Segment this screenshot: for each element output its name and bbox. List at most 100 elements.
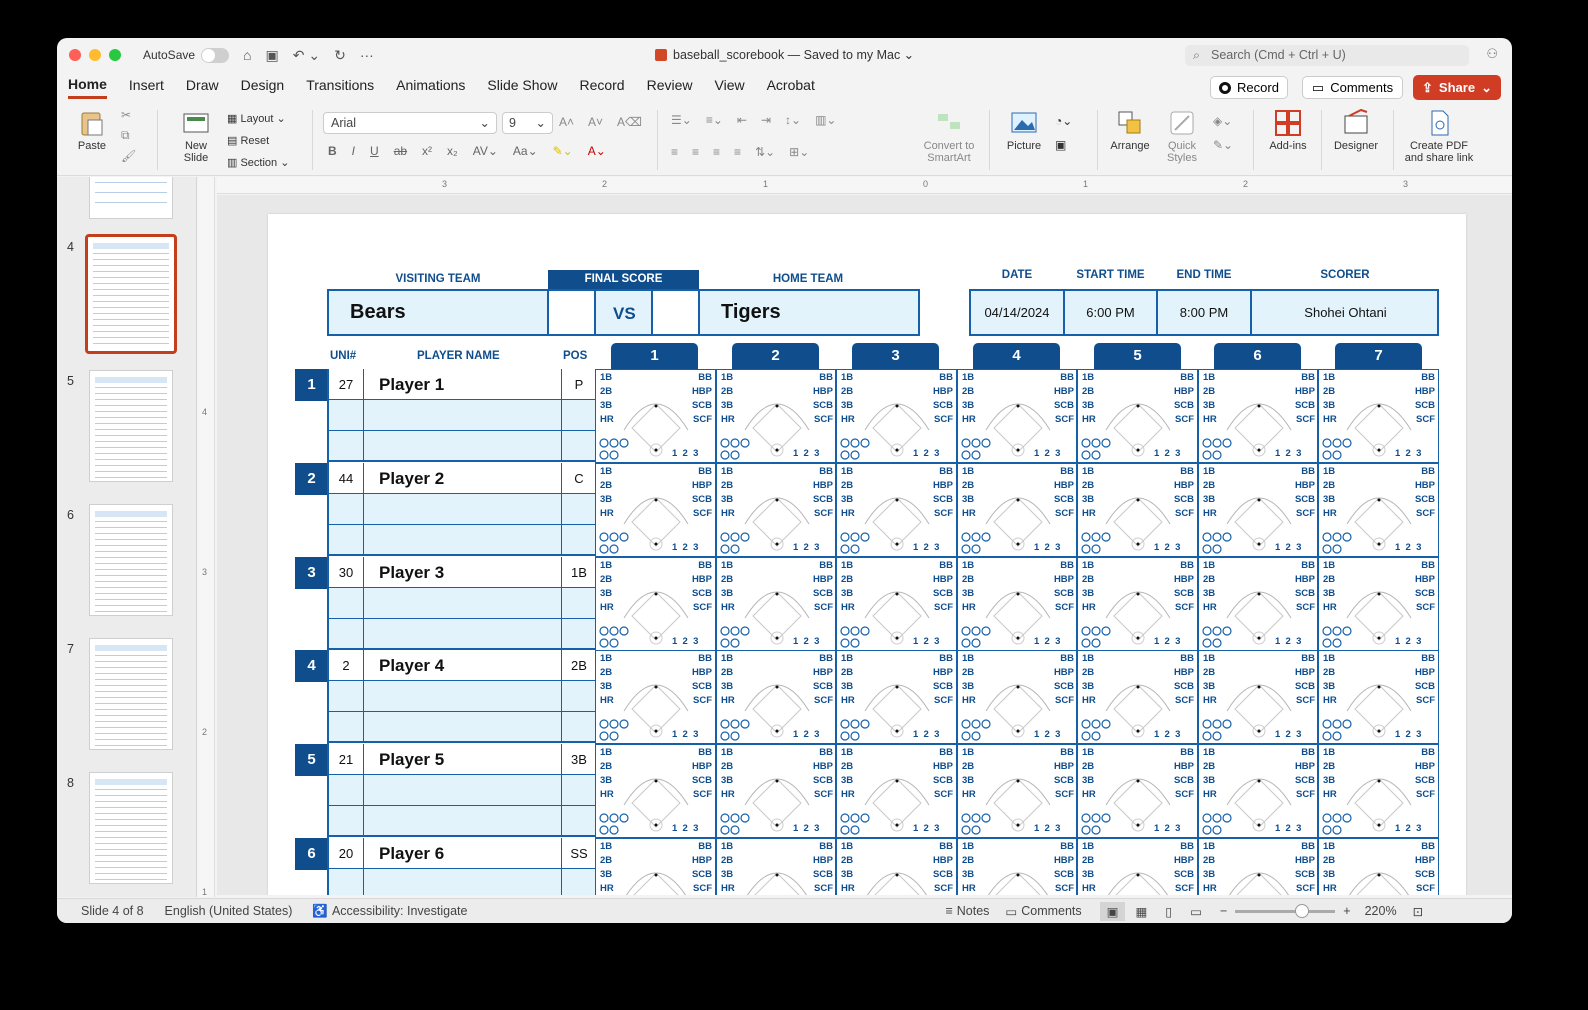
- at-bat-cell[interactable]: 1B2B3BHRBBHBPSCBSCF1 2 3: [1197, 556, 1318, 651]
- reading-view-icon[interactable]: ▯: [1165, 904, 1172, 919]
- add-ins-button[interactable]: Add-ins: [1263, 108, 1313, 152]
- align-text-icon[interactable]: ⊞⌄: [789, 145, 809, 159]
- at-bat-cell[interactable]: 1B2B3BHRBBHBPSCBSCF1 2 3: [836, 650, 957, 745]
- at-bat-cell[interactable]: 1B2B3BHRBBHBPSCBSCF1 2 3: [1318, 462, 1439, 557]
- position-field[interactable]: C: [562, 463, 596, 494]
- shrink-font-icon[interactable]: A˅: [588, 115, 603, 129]
- tab-home[interactable]: Home: [68, 76, 107, 99]
- player-name-field[interactable]: Player 2: [364, 462, 562, 494]
- visiting-team-name[interactable]: Bears: [350, 301, 406, 324]
- increase-indent-icon[interactable]: ⇥: [761, 113, 771, 127]
- align-center-icon[interactable]: ≡: [692, 145, 699, 159]
- position-field[interactable]: [562, 431, 596, 462]
- at-bat-cell[interactable]: 1B2B3BHRBBHBPSCBSCF1 2 3: [1077, 462, 1198, 557]
- collaborate-icon[interactable]: ⚇: [1486, 46, 1498, 62]
- uniform-number-field[interactable]: [329, 431, 364, 462]
- player-name-field[interactable]: [364, 524, 562, 556]
- home-score-field[interactable]: [653, 291, 698, 334]
- position-field[interactable]: 1B: [562, 557, 596, 588]
- at-bat-cell[interactable]: 1B2B3BHRBBHBPSCBSCF1 2 3: [956, 838, 1077, 895]
- player-name-field[interactable]: [364, 493, 562, 525]
- tab-draw[interactable]: Draw: [186, 77, 219, 97]
- uniform-number-field[interactable]: [329, 806, 364, 838]
- at-bat-cell[interactable]: 1B2B3BHRBBHBPSCBSCF1 2 3: [1197, 650, 1318, 745]
- convert-smartart-button[interactable]: Convert to SmartArt: [919, 108, 979, 164]
- language-status[interactable]: English (United States): [165, 904, 293, 918]
- at-bat-cell[interactable]: 1B2B3BHRBBHBPSCBSCF1 2 3: [1077, 369, 1198, 463]
- uniform-number-field[interactable]: [329, 869, 364, 895]
- at-bat-cell[interactable]: 1B2B3BHRBBHBPSCBSCF1 2 3: [956, 650, 1077, 745]
- player-name-field[interactable]: [364, 681, 562, 713]
- comments-status-button[interactable]: Comments: [1021, 904, 1081, 918]
- tab-view[interactable]: View: [715, 77, 745, 97]
- shape-fill-icon[interactable]: ◈⌄: [1213, 114, 1233, 128]
- position-field[interactable]: [562, 775, 596, 806]
- home-icon[interactable]: ⌂: [243, 47, 251, 64]
- player-name-field[interactable]: [364, 618, 562, 650]
- player-name-field[interactable]: [364, 712, 562, 744]
- at-bat-cell[interactable]: 1B2B3BHRBBHBPSCBSCF1 2 3: [715, 462, 836, 557]
- save-icon[interactable]: ▣: [266, 47, 279, 64]
- slide-thumbnail-4[interactable]: [85, 234, 177, 354]
- at-bat-cell[interactable]: 1B2B3BHRBBHBPSCBSCF1 2 3: [715, 369, 836, 463]
- at-bat-cell[interactable]: 1B2B3BHRBBHBPSCBSCF1 2 3: [1197, 838, 1318, 895]
- player-name-field[interactable]: [364, 400, 562, 431]
- textbox-icon[interactable]: ▣: [1055, 138, 1072, 152]
- redo-icon[interactable]: ↻: [334, 47, 346, 64]
- uniform-number-field[interactable]: [329, 712, 364, 744]
- at-bat-cell[interactable]: 1B2B3BHRBBHBPSCBSCF1 2 3: [956, 556, 1077, 651]
- clear-format-icon[interactable]: A⌫: [617, 115, 642, 129]
- align-left-icon[interactable]: ≡: [671, 145, 678, 159]
- scorer-value[interactable]: Shohei Ohtani: [1252, 305, 1439, 320]
- font-name-select[interactable]: Arial ⌄: [323, 112, 497, 134]
- cut-icon[interactable]: ✂: [121, 108, 136, 122]
- at-bat-cell[interactable]: 1B2B3BHRBBHBPSCBSCF1 2 3: [1318, 650, 1439, 745]
- share-button[interactable]: ⇪ Share ⌄: [1413, 75, 1501, 100]
- tab-insert[interactable]: Insert: [129, 77, 164, 97]
- player-name-field[interactable]: Player 1: [364, 369, 562, 400]
- at-bat-cell[interactable]: 1B2B3BHRBBHBPSCBSCF1 2 3: [836, 556, 957, 651]
- text-direction-icon[interactable]: ⇅⌄: [755, 145, 775, 159]
- tab-review[interactable]: Review: [647, 77, 693, 97]
- at-bat-cell[interactable]: 1B2B3BHRBBHBPSCBSCF1 2 3: [1077, 838, 1198, 895]
- strikethrough-icon[interactable]: ab: [394, 144, 407, 158]
- at-bat-cell[interactable]: 1B2B3BHRBBHBPSCBSCF1 2 3: [595, 556, 716, 651]
- align-right-icon[interactable]: ≡: [713, 145, 720, 159]
- slide-thumbnail-3[interactable]: [89, 177, 173, 219]
- at-bat-cell[interactable]: 1B2B3BHRBBHBPSCBSCF1 2 3: [1077, 650, 1198, 745]
- format-painter-icon[interactable]: 🖌: [121, 149, 136, 163]
- at-bat-cell[interactable]: 1B2B3BHRBBHBPSCBSCF1 2 3: [836, 462, 957, 557]
- player-name-field[interactable]: Player 5: [364, 744, 562, 776]
- position-field[interactable]: [562, 712, 596, 743]
- columns-icon[interactable]: ▥⌄: [815, 113, 836, 127]
- at-bat-cell[interactable]: 1B2B3BHRBBHBPSCBSCF1 2 3: [1197, 369, 1318, 463]
- position-field[interactable]: [562, 681, 596, 712]
- slide-thumbnail-7[interactable]: [89, 638, 173, 750]
- underline-icon[interactable]: U: [370, 144, 379, 158]
- layout-button[interactable]: ▦ Layout ⌄: [227, 108, 289, 130]
- position-field[interactable]: SS: [562, 838, 596, 869]
- copy-icon[interactable]: ⧉: [121, 128, 136, 143]
- zoom-in-icon[interactable]: +: [1343, 904, 1350, 918]
- more-icon[interactable]: ···: [360, 47, 374, 64]
- at-bat-cell[interactable]: 1B2B3BHRBBHBPSCBSCF1 2 3: [836, 838, 957, 895]
- arrange-button[interactable]: Arrange: [1105, 108, 1155, 152]
- uniform-number-field[interactable]: 30: [329, 556, 364, 588]
- position-field[interactable]: [562, 494, 596, 525]
- player-name-field[interactable]: [364, 869, 562, 895]
- at-bat-cell[interactable]: 1B2B3BHRBBHBPSCBSCF1 2 3: [1077, 744, 1198, 839]
- designer-button[interactable]: Designer: [1327, 108, 1385, 152]
- zoom-out-icon[interactable]: −: [1220, 904, 1227, 918]
- uniform-number-field[interactable]: 21: [329, 744, 364, 776]
- zoom-level[interactable]: 220%: [1365, 904, 1397, 918]
- at-bat-cell[interactable]: 1B2B3BHRBBHBPSCBSCF1 2 3: [715, 556, 836, 651]
- at-bat-cell[interactable]: 1B2B3BHRBBHBPSCBSCF1 2 3: [956, 744, 1077, 839]
- position-field[interactable]: [562, 806, 596, 837]
- player-name-field[interactable]: Player 4: [364, 650, 562, 682]
- player-name-field[interactable]: Player 3: [364, 556, 562, 588]
- uniform-number-field[interactable]: [329, 775, 364, 807]
- uniform-number-field[interactable]: [329, 493, 364, 525]
- tab-record[interactable]: Record: [579, 77, 624, 97]
- change-case-icon[interactable]: Aa⌄: [513, 144, 538, 158]
- new-slide-button[interactable]: New Slide: [171, 108, 221, 164]
